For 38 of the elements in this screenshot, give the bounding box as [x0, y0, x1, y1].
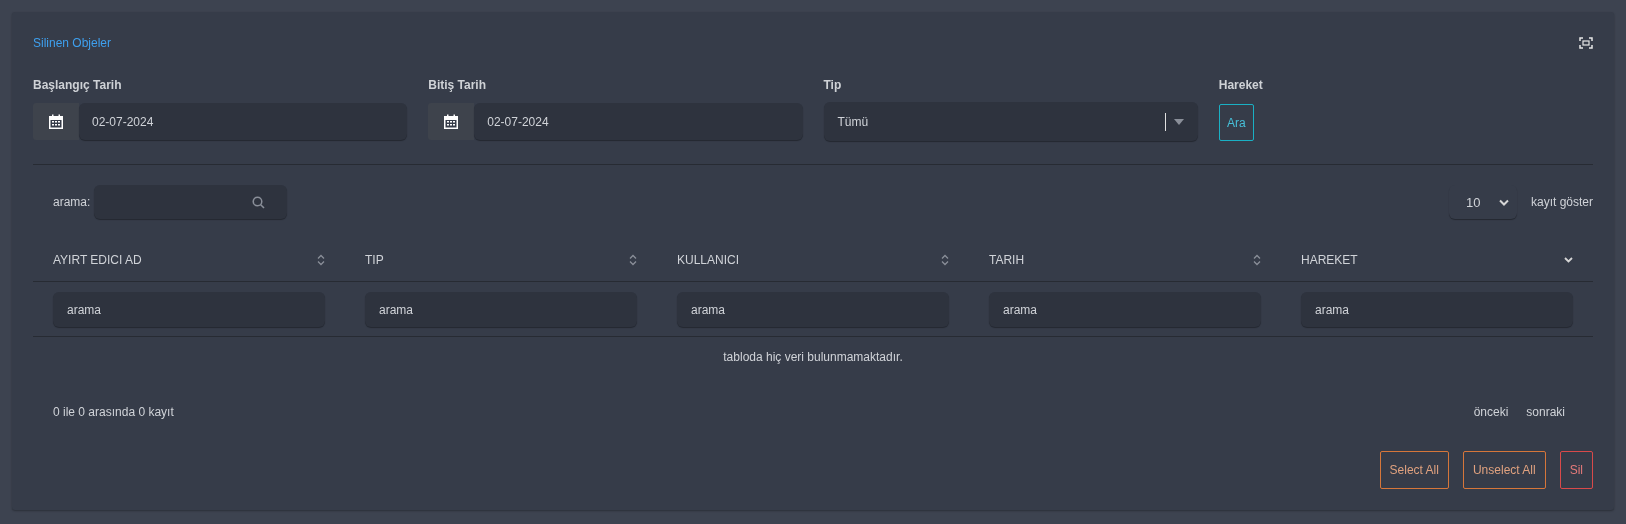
action-button[interactable]: Unselect All [1462, 451, 1546, 489]
record-count-text: 0 ile 0 arasında 0 kayıt [53, 405, 174, 419]
calendar-button[interactable] [33, 103, 79, 140]
search-field[interactable] [94, 185, 288, 219]
filter-label: Tip [823, 78, 842, 92]
column-header[interactable]: HAREKET [1281, 239, 1593, 281]
column-filter-field[interactable]: arama [1301, 292, 1573, 327]
search-button[interactable]: Ara [1218, 104, 1254, 141]
type-select[interactable]: Tümü [823, 102, 1198, 141]
dropdown-caret-icon [1173, 118, 1184, 125]
date-field[interactable]: 02-07-2024 [474, 103, 803, 140]
calendar-button[interactable] [428, 103, 475, 140]
column-filter-field[interactable]: arama [677, 292, 949, 327]
column-header[interactable]: TARIH [969, 239, 1281, 281]
filter-label: Hareket [1218, 78, 1263, 92]
column-filter-field[interactable]: arama [365, 292, 637, 327]
calendar-icon [443, 113, 460, 130]
page-size-label: kayıt göster [1530, 195, 1593, 209]
column-header[interactable]: KULLANICI [657, 239, 969, 281]
action-button[interactable]: Sil [1559, 451, 1593, 489]
filter-label: Başlangıç Tarih [33, 78, 122, 92]
column-filter-field[interactable]: arama [989, 292, 1261, 327]
empty-table-message: tabloda hiç veri bulunmamaktadır. [723, 350, 903, 366]
page-size-select[interactable]: 10 [1448, 185, 1517, 219]
column-header[interactable]: AYIRT EDICI AD [33, 239, 345, 281]
column-header[interactable]: TIP [345, 239, 657, 281]
page-title-link[interactable]: Silinen Objeler [33, 35, 112, 50]
fullscreen-icon[interactable] [1579, 36, 1593, 49]
chevron-down-icon [1498, 198, 1509, 206]
search-icon [252, 195, 266, 209]
filter-label: Bitiş Tarih [428, 78, 487, 92]
calendar-icon [48, 113, 64, 130]
pagination-link[interactable]: önceki [1473, 405, 1509, 419]
action-button[interactable]: Select All [1379, 451, 1449, 489]
date-field[interactable]: 02-07-2024 [79, 103, 408, 140]
search-label: arama: [53, 195, 91, 209]
column-filter-field[interactable]: arama [53, 292, 325, 327]
pagination-link[interactable]: sonraki [1526, 405, 1565, 419]
